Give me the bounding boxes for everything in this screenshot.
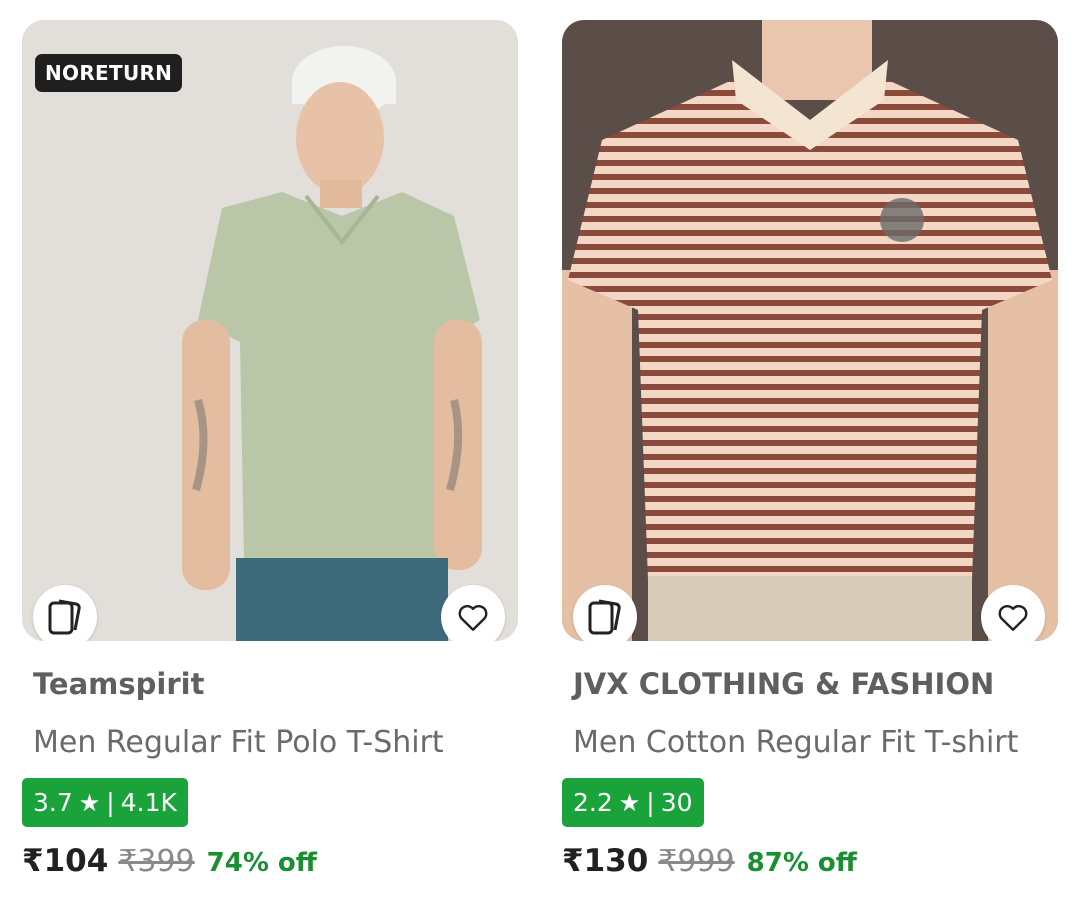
product-image[interactable]: NORETURN <box>22 20 518 641</box>
rating-value: 3.7 <box>33 788 73 817</box>
price-row: ₹130 ₹999 87% off <box>562 843 857 879</box>
product-title[interactable]: Men Cotton Regular Fit T-shirt <box>573 725 1018 760</box>
rating-count: 4.1K <box>120 788 177 817</box>
selling-price: ₹104 <box>22 843 109 879</box>
rating-value: 2.2 <box>573 788 613 817</box>
wishlist-button[interactable] <box>441 585 505 641</box>
brand-name: Teamspirit <box>33 667 205 701</box>
discount-label: 74% off <box>206 848 317 878</box>
product-image[interactable] <box>562 20 1058 641</box>
rating-separator: | <box>646 788 655 817</box>
cards-stack-icon <box>48 599 81 635</box>
rating-separator: | <box>106 788 115 817</box>
price-row: ₹104 ₹399 74% off <box>22 843 317 879</box>
star-icon: ★ <box>618 788 641 817</box>
cards-stack-icon <box>588 599 621 635</box>
product-grid: NORETURN Teamspirit Men Regular Fit Polo… <box>0 0 1079 913</box>
original-price: ₹999 <box>658 844 735 879</box>
heart-outline-icon <box>458 604 488 631</box>
rating-count: 30 <box>660 788 693 817</box>
rating-badge: 3.7 ★ | 4.1K <box>22 778 188 827</box>
noreturn-badge: NORETURN <box>35 54 183 92</box>
compare-button[interactable] <box>573 585 637 641</box>
rating-badge: 2.2 ★ | 30 <box>562 778 704 827</box>
discount-label: 87% off <box>746 848 857 878</box>
selling-price: ₹130 <box>562 843 649 879</box>
product-card-jvx[interactable]: JVX CLOTHING & FASHION Men Cotton Regula… <box>562 0 1059 913</box>
brand-name: JVX CLOTHING & FASHION <box>573 667 995 701</box>
star-icon: ★ <box>78 788 101 817</box>
wishlist-button[interactable] <box>981 585 1045 641</box>
original-price: ₹399 <box>118 844 195 879</box>
product-card-teamspirit[interactable]: NORETURN Teamspirit Men Regular Fit Polo… <box>22 0 519 913</box>
compare-button[interactable] <box>33 585 97 641</box>
heart-outline-icon <box>998 604 1028 631</box>
product-title[interactable]: Men Regular Fit Polo T-Shirt <box>33 725 444 760</box>
